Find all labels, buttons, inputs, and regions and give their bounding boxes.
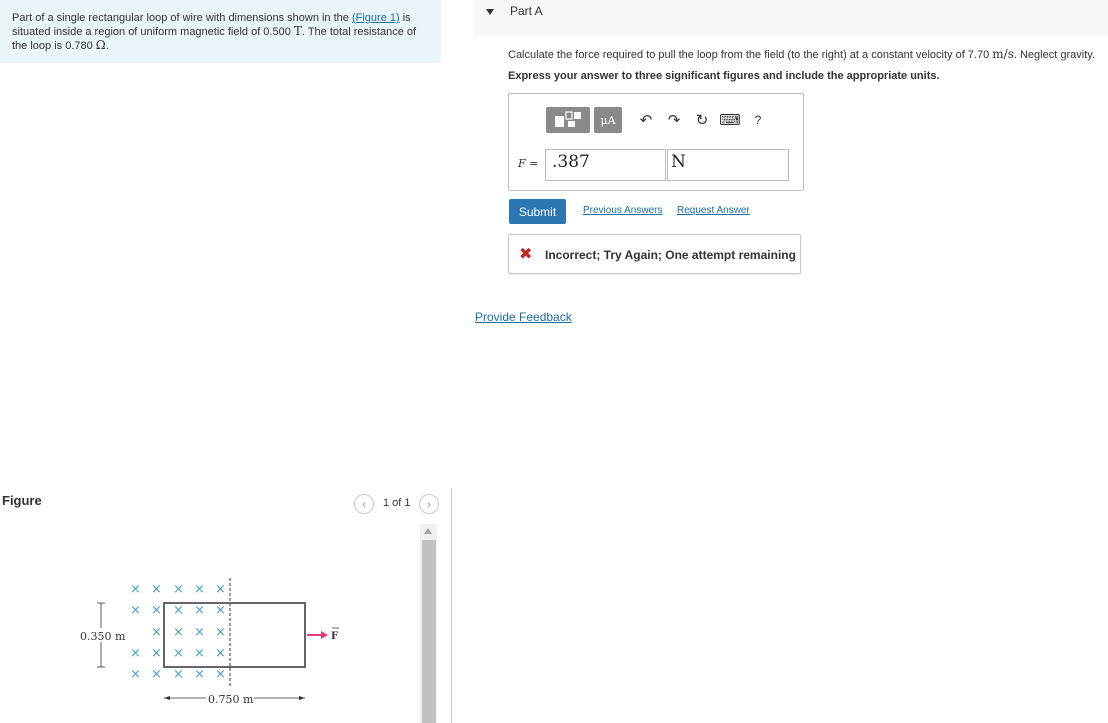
feedback-text: Incorrect; Try Again; One attempt remain… — [545, 248, 796, 262]
problem-statement: Part of a single rectangular loop of wir… — [0, 0, 441, 63]
field-x-mark: × — [173, 603, 184, 618]
value-input[interactable]: .387 — [545, 149, 666, 181]
field-x-mark: × — [151, 667, 162, 682]
field-x-mark: × — [151, 646, 162, 661]
pager-text: 1 of 1 — [383, 497, 411, 509]
reset-button[interactable]: ↻ — [691, 107, 713, 133]
field-x-mark: × — [151, 603, 162, 618]
field-x-mark: × — [215, 667, 226, 682]
request-answer-link[interactable]: Request Answer — [677, 205, 750, 216]
help-icon: ? — [754, 113, 762, 127]
keyboard-icon: ⌨ — [719, 112, 741, 129]
help-button[interactable]: ? — [747, 107, 769, 133]
math-toolbar: μA ↶ ↷ ↻ ⌨ ? — [546, 106, 772, 134]
field-unit: T — [293, 24, 302, 38]
field-x-mark: × — [173, 667, 184, 682]
force-label: F — [331, 631, 338, 642]
field-x-mark: × — [215, 625, 226, 640]
field-x-mark: × — [151, 582, 162, 597]
question-text-before: Calculate the force required to pull the… — [508, 49, 993, 61]
figure-scrollbar[interactable] — [420, 524, 437, 723]
field-x-mark: × — [173, 582, 184, 597]
velocity-unit: m/s — [992, 47, 1014, 61]
field-x-mark: × — [194, 646, 205, 661]
units-input[interactable]: N — [667, 149, 789, 181]
field-x-mark: × — [215, 646, 226, 661]
chevron-right-icon: › — [427, 497, 431, 511]
wire-loop — [163, 602, 306, 668]
resistance-unit: Ω — [95, 38, 106, 52]
instruction-text: Express your answer to three significant… — [508, 70, 940, 82]
field-x-mark: × — [194, 582, 205, 597]
provide-feedback-link[interactable]: Provide Feedback — [475, 310, 572, 324]
answer-label: F = — [518, 157, 539, 170]
redo-button[interactable]: ↷ — [663, 107, 685, 133]
figure-label: Figure — [2, 493, 42, 508]
pager-next-button[interactable]: › — [419, 494, 439, 514]
field-x-mark: × — [215, 582, 226, 597]
field-x-mark: × — [130, 646, 141, 661]
height-label: 0.350 m — [80, 630, 126, 643]
part-title: Part A — [510, 4, 543, 18]
field-x-mark: × — [130, 603, 141, 618]
feedback-message: ✖ Incorrect; Try Again; One attempt rema… — [508, 234, 801, 274]
width-arrowhead-right — [299, 696, 305, 700]
error-x-icon: ✖ — [519, 246, 533, 263]
panel-divider — [451, 488, 452, 723]
field-x-mark: × — [173, 625, 184, 640]
field-x-mark: × — [173, 646, 184, 661]
field-x-mark: × — [194, 625, 205, 640]
field-x-mark: × — [130, 667, 141, 682]
templates-button[interactable] — [546, 107, 590, 133]
chevron-left-icon: ‹ — [362, 497, 366, 511]
keyboard-button[interactable]: ⌨ — [719, 107, 741, 133]
force-arrowhead — [321, 631, 328, 639]
field-x-mark: × — [151, 625, 162, 640]
undo-icon: ↶ — [639, 112, 653, 129]
question-text: Calculate the force required to pull the… — [508, 47, 1095, 61]
pager-prev-button[interactable]: ‹ — [354, 494, 374, 514]
field-x-mark: × — [194, 603, 205, 618]
width-label: 0.750 m — [208, 693, 254, 706]
templates-icon — [555, 111, 581, 127]
submit-button[interactable]: Submit — [509, 199, 566, 224]
redo-icon: ↷ — [667, 112, 681, 129]
previous-answers-link[interactable]: Previous Answers — [583, 205, 662, 216]
units-button[interactable]: μA — [594, 107, 622, 133]
field-x-mark: × — [194, 667, 205, 682]
part-header[interactable]: Part A — [474, 0, 1108, 36]
units-icon: μA — [600, 113, 616, 127]
loop-diagram: × × × × × × × × × × × × × × × × × × × × × × × × 0.350 m 0.750 m… — [78, 578, 339, 706]
width-arrowhead-left — [164, 696, 170, 700]
question-text-after: . Neglect gravity. — [1013, 49, 1095, 61]
caret-down-icon[interactable] — [486, 9, 494, 15]
scroll-up-icon[interactable] — [424, 528, 432, 534]
scrollbar-thumb[interactable] — [422, 540, 436, 723]
field-x-mark: × — [215, 603, 226, 618]
undo-button[interactable]: ↶ — [635, 107, 657, 133]
field-x-mark: × — [130, 582, 141, 597]
problem-text-end: . — [105, 40, 109, 52]
reset-icon: ↻ — [695, 112, 709, 129]
problem-text-before: Part of a single rectangular loop of wir… — [12, 12, 352, 24]
figure-link[interactable]: (Figure 1) — [352, 12, 400, 24]
